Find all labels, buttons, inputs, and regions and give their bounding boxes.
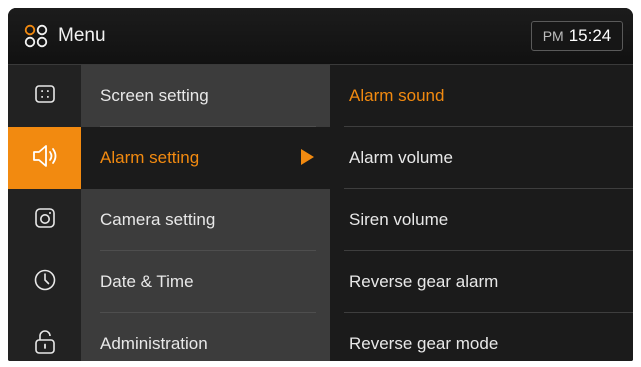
submenu-item-alarm-sound[interactable]: Alarm sound [330, 65, 633, 127]
category-list: Screen setting Alarm setting Camera sett… [81, 65, 330, 361]
grid-circles-icon[interactable] [24, 24, 48, 48]
category-item-date-time[interactable]: Date & Time [81, 251, 330, 313]
camera-icon [33, 206, 57, 235]
submenu-item-reverse-gear-alarm[interactable]: Reverse gear alarm [330, 251, 633, 313]
clock-icon [33, 268, 57, 297]
category-label: Alarm setting [100, 148, 200, 167]
submenu-label: Alarm sound [349, 86, 445, 105]
submenu-label: Alarm volume [349, 148, 453, 167]
category-icon-column [8, 65, 81, 361]
category-label: Camera setting [100, 210, 216, 229]
category-label: Screen setting [100, 86, 209, 105]
lock-icon [33, 329, 57, 360]
category-item-alarm-setting[interactable]: Alarm setting [81, 127, 330, 189]
sidebar-icon-datetime[interactable] [8, 251, 81, 313]
menu-screen: Menu PM 15:24 Screen setting Alarm setti… [8, 8, 633, 361]
submenu-item-alarm-volume[interactable]: Alarm volume [330, 127, 633, 189]
clock-ampm: PM [542, 28, 564, 44]
submenu-item-siren-volume[interactable]: Siren volume [330, 189, 633, 251]
submenu-label: Siren volume [349, 210, 449, 229]
header-bar: Menu PM 15:24 [8, 8, 633, 65]
selected-arrow-icon [301, 149, 314, 165]
submenu-item-reverse-gear-mode[interactable]: Reverse gear mode [330, 313, 633, 361]
category-label: Administration [100, 334, 208, 353]
category-item-screen-setting[interactable]: Screen setting [81, 65, 330, 127]
category-item-camera-setting[interactable]: Camera setting [81, 189, 330, 251]
category-label: Date & Time [100, 272, 194, 291]
clock-time: 15:24 [568, 26, 612, 45]
category-item-administration[interactable]: Administration [81, 313, 330, 361]
page-title: Menu [58, 25, 106, 46]
sidebar-icon-screen[interactable] [8, 65, 81, 127]
sidebar-icon-alarm[interactable] [8, 127, 81, 189]
submenu-list: Alarm sound Alarm volume Siren volume Re… [330, 65, 633, 361]
submenu-label: Reverse gear mode [349, 334, 499, 353]
clock-display: PM 15:24 [531, 21, 623, 51]
speaker-icon [30, 142, 60, 175]
screen-icon [33, 82, 57, 111]
sidebar-icon-camera[interactable] [8, 189, 81, 251]
submenu-label: Reverse gear alarm [349, 272, 499, 291]
sidebar-icon-admin[interactable] [8, 313, 81, 361]
